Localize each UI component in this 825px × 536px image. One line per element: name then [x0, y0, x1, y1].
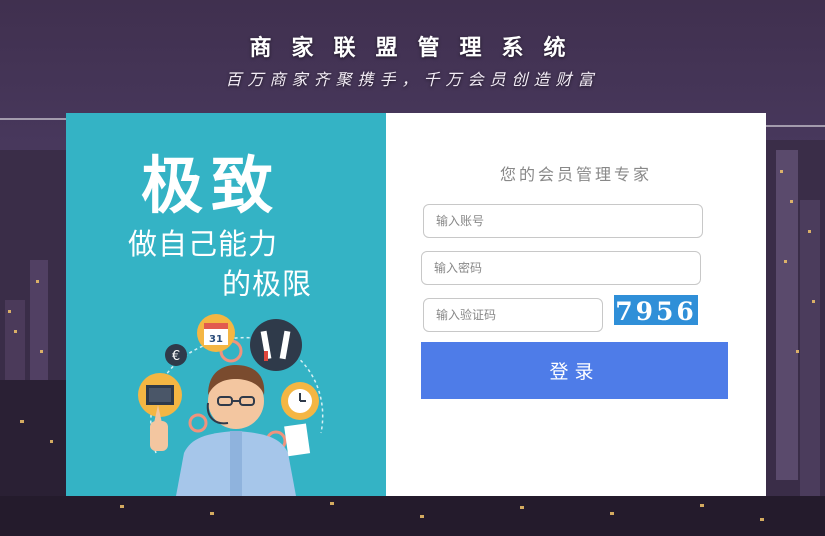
- customer-service-illustration: 31 €: [138, 314, 324, 496]
- promo-headline: 极致: [140, 149, 281, 222]
- captcha-text: 7956: [615, 297, 697, 325]
- svg-text:€: €: [172, 349, 180, 364]
- system-title: 商家联盟管理系统: [249, 36, 586, 61]
- login-button[interactable]: 登录: [421, 342, 728, 399]
- svg-text:31: 31: [209, 334, 223, 345]
- calendar-icon: 31: [197, 314, 235, 352]
- promo-line-1: 做自己能力: [128, 227, 279, 261]
- account-input[interactable]: [423, 204, 703, 238]
- promo-panel: 极致 做自己能力 的极限 31 €: [66, 113, 386, 496]
- captcha-image[interactable]: 7956: [614, 295, 698, 325]
- tools-icon: [250, 319, 302, 371]
- captcha-input[interactable]: [423, 298, 603, 332]
- password-input[interactable]: [421, 251, 701, 285]
- login-panel: 您的会员管理专家 7956 登录: [386, 113, 766, 496]
- system-subtitle: 百万商家齐聚携手，千万会员创造财富: [225, 70, 600, 89]
- tv-icon: [138, 373, 182, 417]
- promo-line-2: 的极限: [222, 267, 313, 301]
- euro-icon: €: [165, 344, 187, 366]
- login-tagline: 您的会员管理专家: [499, 165, 652, 184]
- clock-icon: [281, 382, 319, 420]
